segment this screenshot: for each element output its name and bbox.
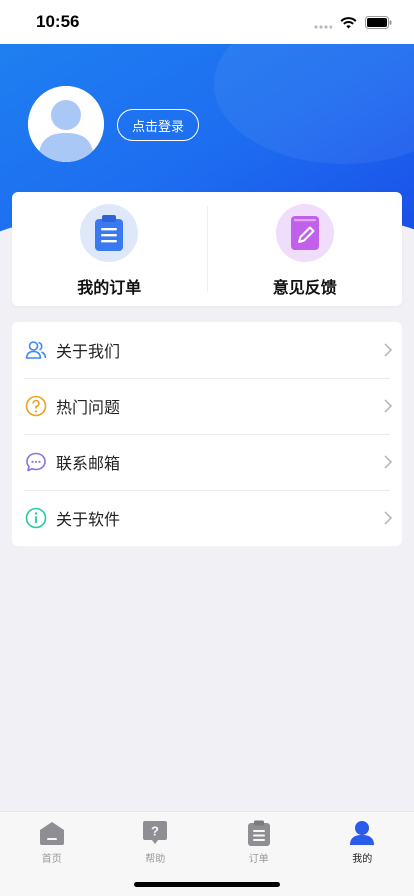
orders-icon [246,820,272,846]
battery-icon [365,14,392,33]
tab-label: 帮助 [145,854,166,865]
menu-item-contact-email[interactable]: 联系邮箱 [12,434,402,490]
chevron-right-icon [374,455,402,469]
signal-icon [314,14,333,33]
menu-item-label: 联系邮箱 [56,454,121,473]
quick-actions-card: 我的订单 意见反馈 [12,192,402,306]
status-time: 10:56 [36,12,80,31]
my-orders-button[interactable]: 我的订单 [12,192,207,306]
people-icon [24,338,48,362]
wifi-icon [340,14,357,33]
help-icon: ? [142,820,168,846]
tab-label: 订单 [248,854,269,865]
home-indicator [134,882,280,887]
info-icon [24,506,48,530]
menu-item-about-us[interactable]: 关于我们 [12,322,402,378]
feedback-button[interactable]: 意见反馈 [208,192,403,306]
menu-item-hot-questions[interactable]: 热门问题 [12,378,402,434]
tab-label: 我的 [352,854,373,865]
login-button[interactable]: 点击登录 [117,109,199,141]
tab-label: 首页 [41,854,62,865]
settings-menu: 关于我们 热门问题 联系邮箱 关于软件 [12,322,402,546]
status-icons [314,14,392,33]
tab-mine[interactable]: 我的 [311,812,414,896]
status-bar: 10:56 [0,0,414,44]
clipboard-icon [80,204,139,262]
avatar[interactable] [28,86,104,162]
profile-icon [349,820,375,846]
feedback-label: 意见反馈 [272,278,337,297]
menu-item-label: 关于我们 [56,342,121,361]
default-avatar-icon [28,86,104,162]
svg-text:?: ? [151,824,159,839]
pencil-icon [275,204,334,262]
menu-item-about-software[interactable]: 关于软件 [12,490,402,546]
question-icon [24,394,48,418]
chevron-right-icon [374,399,402,413]
tab-home[interactable]: 首页 [0,812,104,896]
chevron-right-icon [374,511,402,525]
chat-icon [24,450,48,474]
chevron-right-icon [374,343,402,357]
home-icon [39,820,65,846]
my-orders-label: 我的订单 [77,278,142,297]
menu-item-label: 关于软件 [56,510,121,529]
menu-item-label: 热门问题 [56,398,121,417]
